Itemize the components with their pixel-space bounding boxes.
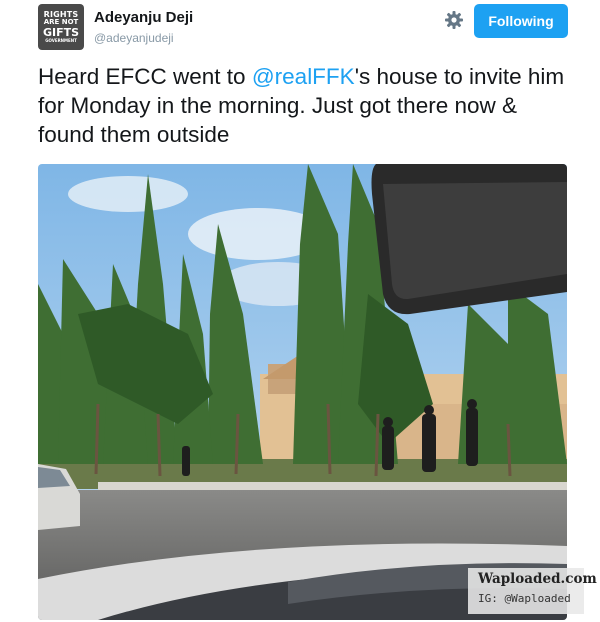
avatar-text-line-3: GIFTS (42, 26, 80, 39)
tweet-text: Heard EFCC went to @realFFK's house to i… (38, 62, 578, 149)
author-handle[interactable]: @adeyanjudeji (94, 31, 174, 45)
tweet-photo[interactable] (38, 164, 567, 620)
author-name[interactable]: Adeyanju Deji (94, 9, 193, 26)
following-button[interactable]: Following (474, 4, 568, 38)
avatar-text-line-2: ARE NOT (43, 18, 79, 26)
mention-link[interactable]: @realFFK (252, 64, 355, 89)
watermark-site: Waploaded.com (478, 571, 597, 587)
photo-scene (38, 164, 567, 620)
watermark-instagram: IG: @Waploaded (478, 592, 571, 605)
gear-icon[interactable] (444, 10, 464, 30)
author-avatar[interactable]: RIGHTS ARE NOT GIFTS GOVERNMENT (38, 4, 84, 50)
tweet-text-part-1: Heard EFCC went to (38, 64, 252, 89)
avatar-text-line-4: GOVERNMENT (45, 38, 77, 43)
watermark: Waploaded.com IG: @Waploaded (468, 568, 597, 614)
